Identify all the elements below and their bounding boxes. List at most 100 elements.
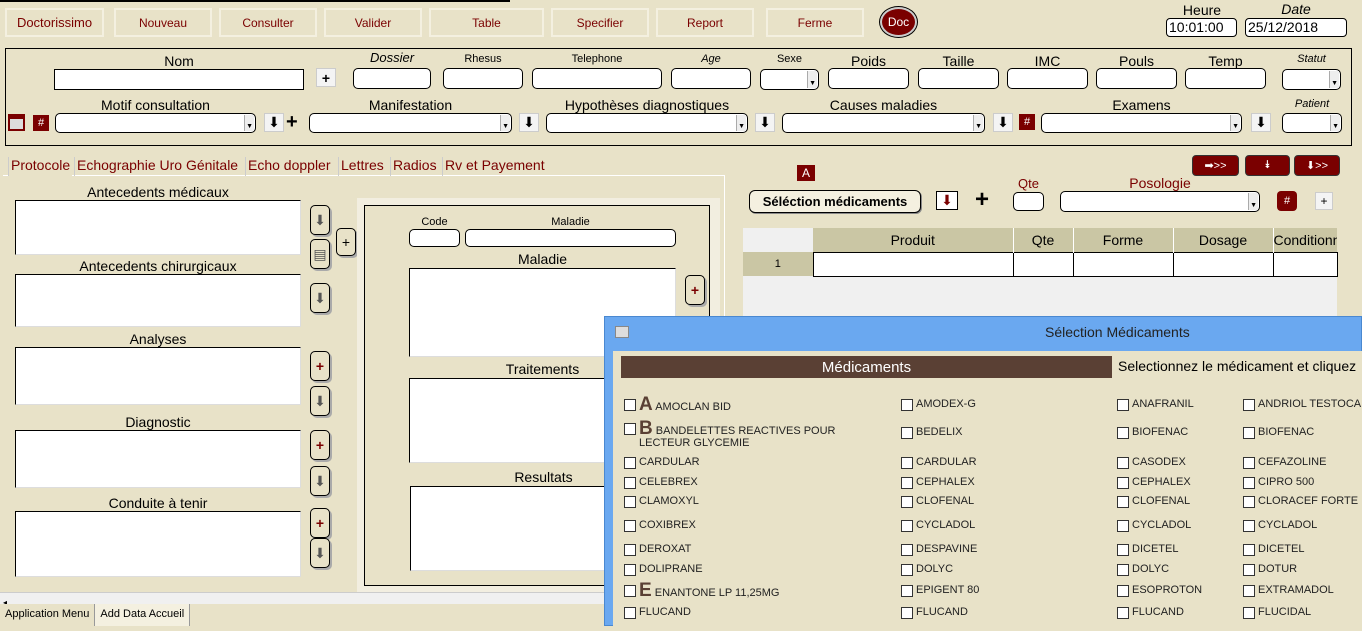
checkbox[interactable] (901, 607, 913, 619)
section-text[interactable] (15, 347, 301, 405)
pouls-field[interactable] (1096, 68, 1177, 89)
checkbox[interactable] (624, 423, 636, 435)
medicament-item[interactable]: EXTRAMADOL (1243, 584, 1362, 597)
checkbox[interactable] (901, 477, 913, 489)
toolbar-button-ferme[interactable]: Ferme (766, 8, 864, 37)
checkbox[interactable] (624, 457, 636, 469)
poids-field[interactable] (828, 68, 909, 89)
small-add-button[interactable]: + (1315, 192, 1333, 210)
medicament-item[interactable]: CIPRO 500 (1243, 476, 1362, 489)
down-arrow-icon[interactable]: ⬇ (310, 538, 330, 568)
down-arrow-icon[interactable]: ⬇ (310, 283, 330, 313)
hash-button[interactable]: # (33, 115, 49, 131)
heure-field[interactable]: 10:01:00 (1166, 18, 1237, 37)
statut-select[interactable]: ▼ (1282, 69, 1341, 90)
tab-0[interactable]: Protocole (8, 157, 73, 176)
posologie-select[interactable]: ▼ (1060, 191, 1260, 212)
medicament-item[interactable]: CLAMOXYL (624, 495, 879, 508)
qte-field[interactable] (1013, 192, 1044, 211)
sexe-select[interactable]: ▼ (760, 69, 819, 90)
medicament-item[interactable]: CARDULAR (624, 456, 879, 469)
medicament-item[interactable]: A AMOCLAN BID (624, 395, 879, 414)
toolbar-button-valider[interactable]: Valider (324, 8, 422, 37)
section-text[interactable] (15, 200, 301, 255)
down-forward-button[interactable]: ⬇>> (1294, 155, 1340, 176)
temp-field[interactable] (1185, 68, 1266, 89)
checkbox[interactable] (1243, 585, 1255, 597)
medicament-item[interactable]: CYCLADOL (901, 519, 1101, 532)
checkbox[interactable] (901, 457, 913, 469)
maladie-field[interactable] (465, 229, 676, 247)
medicament-item[interactable]: COXIBREX (624, 519, 879, 532)
rhesus-field[interactable] (443, 68, 523, 89)
medicament-item[interactable]: EPIGENT 80 (901, 584, 1101, 597)
causes-maladies-select[interactable]: ▼ (782, 113, 985, 133)
medicament-item[interactable]: BEDELIX (901, 426, 1101, 439)
medicament-item[interactable]: FLUCIDAL (1243, 606, 1362, 619)
checkbox[interactable] (1243, 520, 1255, 532)
medicament-item[interactable]: E ENANTONE LP 11,25MG (624, 581, 879, 600)
medicament-item[interactable]: AMODEX-G (901, 398, 1101, 411)
tab-2[interactable]: Echo doppler (245, 157, 333, 176)
down-arrow-icon[interactable]: ⬇ (310, 386, 330, 416)
checkbox[interactable] (901, 399, 913, 411)
checkbox[interactable] (624, 585, 636, 597)
add-button[interactable]: + (336, 228, 356, 256)
dossier-field[interactable] (353, 68, 431, 89)
cell[interactable] (1012, 251, 1074, 277)
col-dosage[interactable]: Dosage (1173, 228, 1274, 252)
checkbox[interactable] (901, 427, 913, 439)
checkbox[interactable] (1117, 564, 1129, 576)
down-arrow-icon[interactable]: ⬇ (519, 113, 539, 132)
checkbox[interactable] (1117, 585, 1129, 597)
medicament-item[interactable]: CEFAZOLINE (1243, 456, 1362, 469)
col-qte[interactable]: Qte (1013, 228, 1074, 252)
hash-examens-button[interactable]: # (1019, 114, 1035, 130)
down-arrow-icon[interactable]: ⬇ (936, 191, 958, 210)
patient-select[interactable]: ▼ (1282, 113, 1342, 133)
hypothèses-diagnostiques-select[interactable]: ▼ (546, 113, 748, 133)
checkbox[interactable] (1117, 399, 1129, 411)
toolbar-button-table[interactable]: Table (429, 8, 544, 37)
medicament-item[interactable]: BIOFENAC (1243, 426, 1362, 439)
age-field[interactable] (671, 68, 751, 89)
medicament-item[interactable]: CARDULAR (901, 456, 1101, 469)
nom-field[interactable] (54, 69, 304, 90)
save-icon[interactable] (8, 114, 25, 131)
medicament-item[interactable]: DOTUR (1243, 563, 1362, 576)
code-field[interactable] (409, 229, 460, 247)
medicament-item[interactable]: CLOFENAL (901, 495, 1101, 508)
add-button[interactable]: + (310, 430, 330, 460)
manifestation-select[interactable]: ▼ (309, 113, 512, 133)
checkbox[interactable] (1243, 457, 1255, 469)
checkbox[interactable] (901, 585, 913, 597)
checkbox[interactable] (1243, 427, 1255, 439)
letter-badge[interactable]: A (797, 165, 815, 181)
doc-button[interactable]: Doc (879, 6, 918, 38)
double-down-button[interactable]: ⯯ (1245, 155, 1290, 176)
checkbox[interactable] (1243, 544, 1255, 556)
horizontal-scrollbar[interactable]: ◂ (0, 592, 604, 607)
checkbox[interactable] (1117, 544, 1129, 556)
table-row[interactable]: 1 (743, 251, 1338, 277)
checkbox[interactable] (1117, 496, 1129, 508)
checkbox[interactable] (1243, 477, 1255, 489)
checkbox[interactable] (1117, 607, 1129, 619)
down-arrow-icon[interactable]: ⬇ (755, 113, 775, 132)
down-arrow-icon[interactable]: ⬇ (310, 205, 330, 235)
hash-posologie-button[interactable]: # (1277, 191, 1297, 211)
toolbar-button-report[interactable]: Report (656, 8, 754, 37)
checkbox[interactable] (901, 564, 913, 576)
checkbox[interactable] (1117, 477, 1129, 489)
window-icon[interactable] (615, 326, 629, 338)
down-arrow-icon[interactable]: ⬇ (1251, 113, 1271, 132)
bottom-tab-0[interactable]: Application Menu (0, 604, 96, 626)
add-medicament-button[interactable]: + (975, 186, 989, 214)
add-button[interactable]: + (310, 508, 330, 538)
checkbox[interactable] (901, 496, 913, 508)
checkbox[interactable] (624, 496, 636, 508)
medicament-item[interactable]: B BANDELETTES REACTIVES POUR LECTEUR GLY… (624, 419, 879, 449)
medicament-item[interactable]: CLORACEF FORTE (1243, 495, 1362, 508)
down-arrow-icon[interactable]: ⬇ (310, 466, 330, 496)
telephone-field[interactable] (532, 68, 662, 89)
